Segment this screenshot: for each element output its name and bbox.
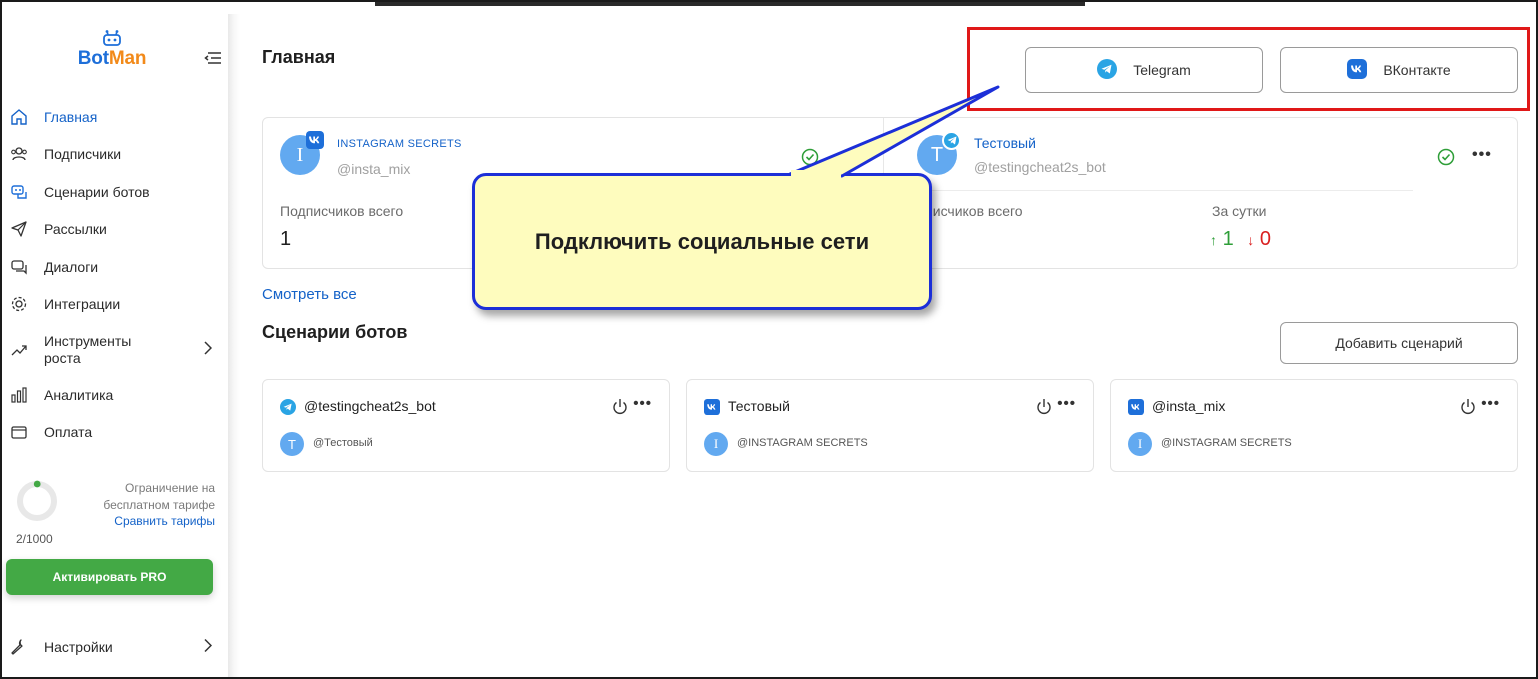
callout-text: Подключить социальные сети [534,228,870,254]
scenario-account: @Тестовый [313,437,373,449]
account-name: INSTAGRAM SECRETS [337,138,462,150]
chat-icon [10,258,28,276]
sidebar-item-label: Сценарии ботов [44,183,150,200]
see-all-link[interactable]: Смотреть все [262,286,357,303]
scenarios-title: Сценарии ботов [262,322,408,342]
compare-plans-link[interactable]: Сравнить тарифы [114,514,215,528]
chevron-right-icon [204,340,213,359]
sidebar-item-label: Главная [44,108,98,125]
integrations-icon [10,295,28,313]
arrow-down-icon: ↓ [1247,232,1255,248]
limit-text: Ограничение на бесплатном тарифе Сравнит… [75,480,215,530]
top-edge-bar [375,2,1085,6]
power-icon[interactable] [1036,398,1052,416]
avatar: I [704,432,728,456]
sidebar-item-subscribers[interactable]: Подписчики [2,136,228,174]
sidebar-item-label: Оплата [44,424,93,441]
bot-scenarios-icon [10,183,28,201]
more-options-icon[interactable]: ••• [1057,395,1076,412]
callout-pointer-join [791,170,841,178]
sidebar-item-label: Подписчики [44,146,122,163]
vk-icon [306,131,324,149]
avatar-letter: I [296,143,304,166]
page-title: Главная [262,47,336,67]
per-day-label: За сутки [1212,203,1267,219]
scenario-card[interactable]: Тестовый ••• I @INSTAGRAM SECRETS [686,379,1094,472]
avatar: I [1128,432,1152,456]
send-icon [10,220,28,238]
robot-logo-icon [103,30,121,46]
free-plan-limit: 2/1000 Ограничение на бесплатном тарифе … [16,480,228,550]
account-instagram-secrets[interactable]: I INSTAGRAM SECRETS @insta_mix [280,131,461,177]
day-down-value: 0 [1259,228,1271,250]
subscribers-total-label: Подписчиков всего [280,203,404,219]
wallet-icon [10,423,28,441]
vk-icon [704,399,720,415]
scenario-name: @insta_mix [1152,398,1226,414]
sidebar: BotMan Главная Подписчики Сценарии ботов… [2,14,228,677]
avatar: T [280,432,304,456]
sidebar-item-analytics[interactable]: Аналитика [2,376,228,414]
sidebar-item-dialogs[interactable]: Диалоги [2,248,228,286]
highlight-box [967,27,1530,111]
limit-count: 2/1000 [16,532,53,546]
sidebar-item-label: Настройки [44,638,113,655]
limit-description: Ограничение на бесплатном тарифе [103,481,215,512]
sidebar-item-home[interactable]: Главная [2,98,228,136]
power-icon[interactable] [1460,398,1476,416]
more-options-icon[interactable]: ••• [633,395,652,412]
scenario-name: Тестовый [728,398,790,414]
per-day-values: ↑ 1 ↓ 0 [1210,228,1271,251]
avatar: I [280,131,324,175]
logo-text-man: Man [108,48,147,69]
logo-text-bot: Bot [77,48,109,69]
sidebar-item-label: Интеграции [44,296,121,313]
connected-check-icon [1437,148,1455,166]
sidebar-item-mailings[interactable]: Рассылки [2,211,228,249]
add-scenario-button[interactable]: Добавить сценарий [1280,322,1518,364]
more-options-icon[interactable]: ••• [1481,395,1500,412]
collapse-menu-icon[interactable] [204,50,222,66]
sidebar-item-label: Инструменты роста [44,332,132,366]
sidebar-item-label: Рассылки [44,221,107,238]
scenario-account: @INSTAGRAM SECRETS [737,437,868,449]
users-icon [10,145,28,163]
sidebar-item-label: Диалоги [44,258,99,275]
logo[interactable]: BotMan [72,30,152,70]
power-icon[interactable] [612,398,628,416]
scenario-account: @INSTAGRAM SECRETS [1161,437,1292,449]
growth-icon [10,341,28,359]
sidebar-nav: Главная Подписчики Сценарии ботов Рассыл… [2,98,228,451]
analytics-icon [10,386,28,404]
telegram-icon [280,399,296,415]
callout-connect-social: Подключить социальные сети [472,173,932,310]
sidebar-item-settings: Настройки [2,628,228,666]
logo-text: BotMan [72,48,152,70]
usage-ring [17,480,57,521]
day-up-value: 1 [1222,228,1234,250]
sidebar-item-growth-tools[interactable]: Инструменты роста [2,323,228,376]
more-options-icon[interactable]: ••• [1472,146,1492,164]
settings-item[interactable]: Настройки [2,628,228,666]
scenario-name: @testingcheat2s_bot [304,398,436,414]
sidebar-item-label: Аналитика [44,386,114,403]
scenario-card[interactable]: @insta_mix ••• I @INSTAGRAM SECRETS [1110,379,1518,472]
arrow-up-icon: ↑ [1210,232,1217,248]
vk-icon [1128,399,1144,415]
sidebar-item-integrations[interactable]: Интеграции [2,286,228,324]
activate-pro-button[interactable]: Активировать PRO [6,559,213,595]
home-icon [10,108,28,126]
subscribers-total-label: дписчиков всего [917,203,1023,219]
card-divider [917,190,1413,191]
wrench-icon [10,638,28,656]
sidebar-item-bot-scenarios[interactable]: Сценарии ботов [2,173,228,211]
account-handle: @insta_mix [337,161,411,177]
sidebar-shadow [228,14,240,677]
chevron-right-icon [204,638,213,655]
subscribers-total-value: 1 [280,228,292,250]
scenario-card[interactable]: @testingcheat2s_bot ••• T @Тестовый [262,379,670,472]
sidebar-item-payment[interactable]: Оплата [2,414,228,452]
